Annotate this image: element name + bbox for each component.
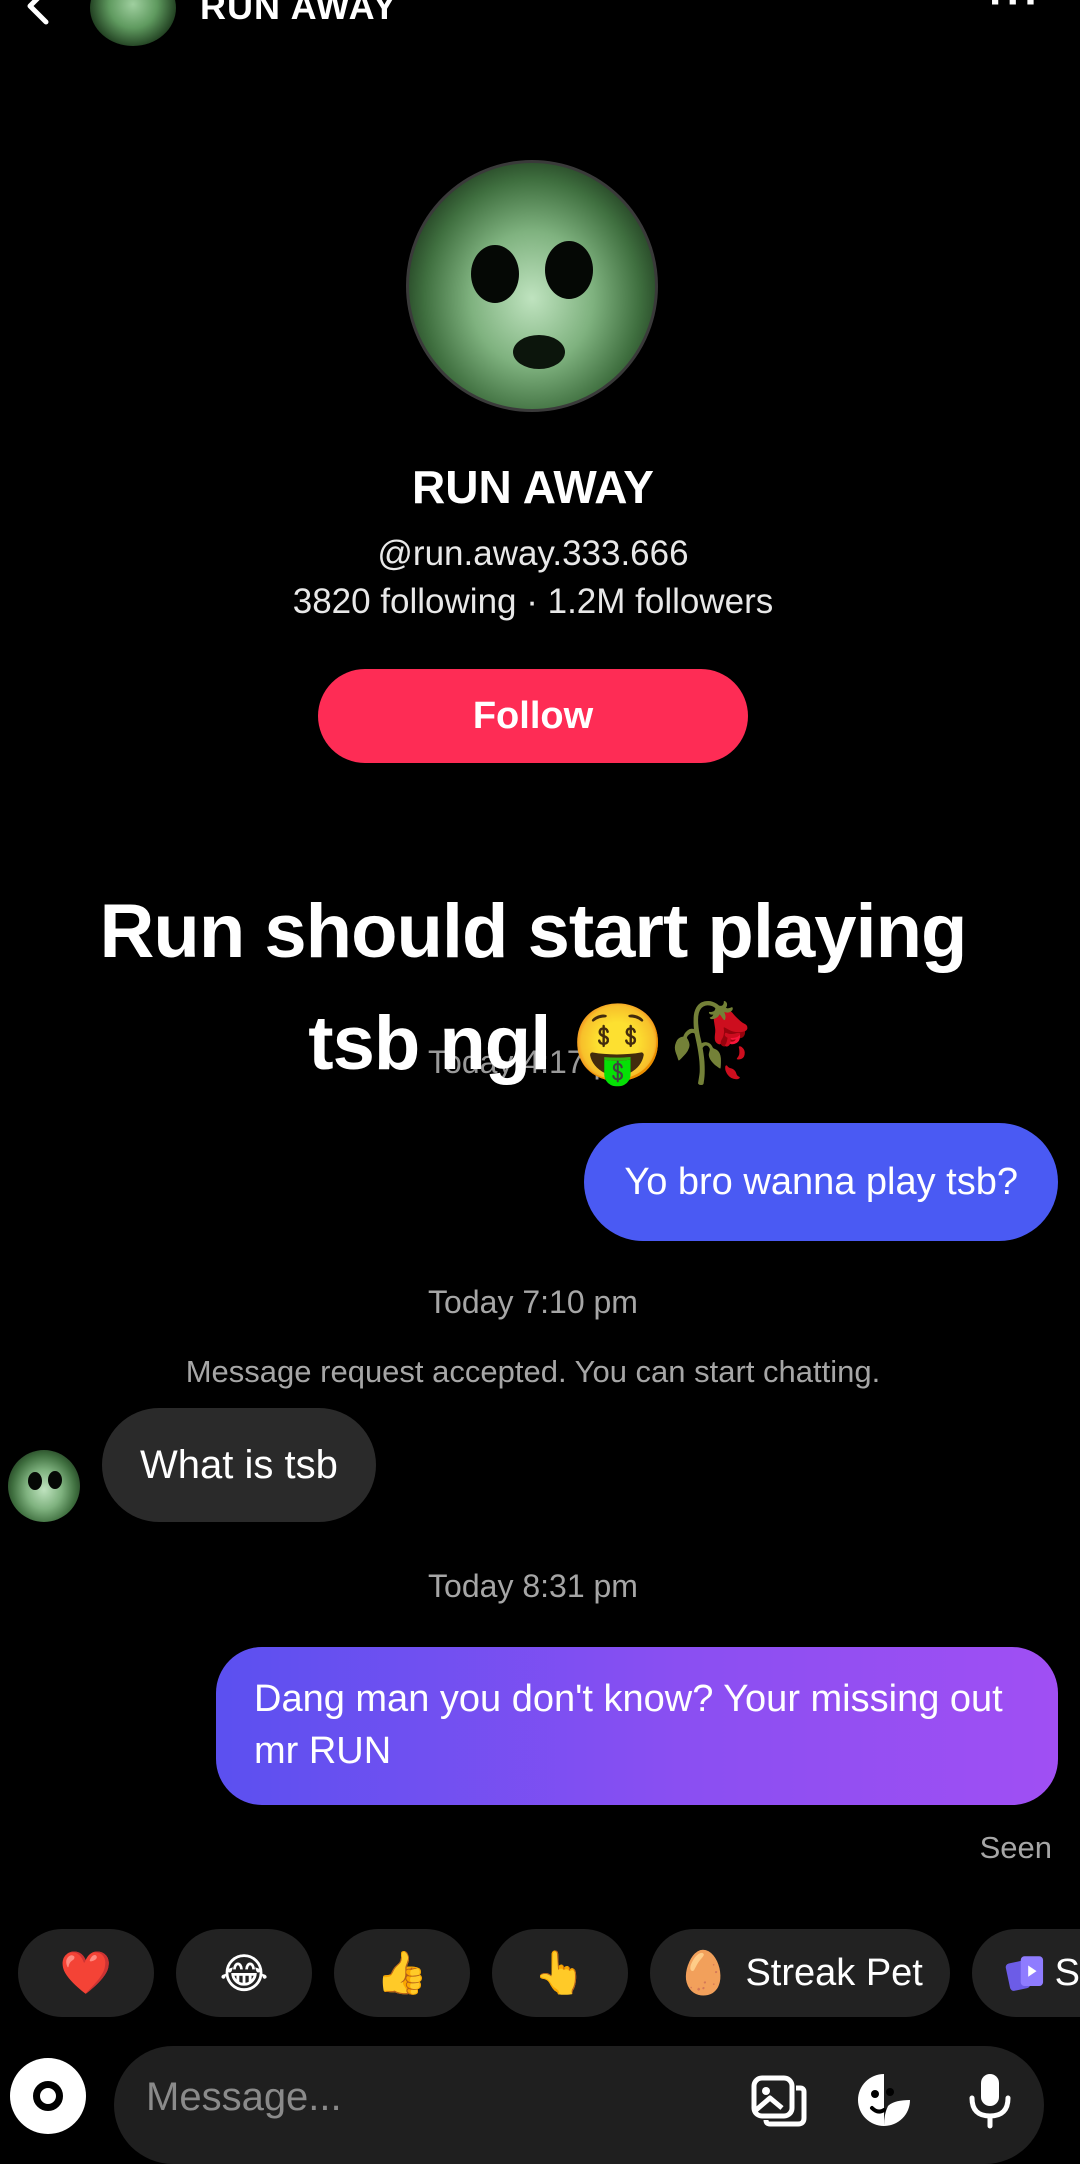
pointing-hand-icon: 👆	[533, 1948, 587, 1996]
incoming-message[interactable]: What is tsb	[102, 1408, 376, 1522]
profile-stats: 3820 following · 1.2M followers	[292, 582, 774, 621]
caption-line: Run should start playing	[99, 889, 968, 974]
profile-avatar[interactable]	[406, 160, 658, 412]
egg-icon: 🥚	[677, 1948, 730, 1996]
image-button[interactable]	[748, 2070, 808, 2130]
header-avatar[interactable]	[90, 0, 176, 46]
follow-button[interactable]: Follow	[318, 669, 748, 763]
overlay-caption: Run should start playing tsb ngl 🤑🥀	[60, 876, 1006, 1100]
seen-status: Seen	[979, 1830, 1052, 1865]
message-timestamp: Today 8:31 pm	[428, 1568, 638, 1604]
caption-line: tsb ngl 🤑🥀	[308, 1001, 758, 1086]
more-options-button[interactable]: ···	[989, 0, 1042, 24]
thumbs-up-icon: 👍	[375, 1948, 429, 1996]
system-message: Message request accepted. You can start …	[185, 1354, 881, 1389]
message-input[interactable]	[144, 2046, 708, 2148]
sticker-pack-button[interactable]: S	[972, 1929, 1080, 2017]
reaction-thumbs-up-button[interactable]: 👍	[334, 1929, 470, 2017]
profile-name: RUN AWAY	[412, 461, 654, 513]
reaction-point-button[interactable]: 👆	[492, 1929, 628, 2017]
reaction-heart-button[interactable]: ❤️	[18, 1929, 154, 2017]
reaction-laugh-button[interactable]: 😂	[176, 1929, 312, 2017]
chevron-left-icon	[27, 0, 49, 25]
streak-pet-button[interactable]: 🥚 Streak Pet	[650, 1929, 950, 2017]
cards-icon	[1005, 1956, 1044, 1991]
sticker-pack-label: S	[1054, 1951, 1080, 1994]
outgoing-message[interactable]: Dang man you don't know? Your missing ou…	[216, 1647, 1058, 1805]
profile-handle: @run.away.333.666	[377, 534, 689, 573]
header-title[interactable]: RUN AWAY	[200, 0, 397, 28]
back-button[interactable]	[14, 0, 64, 32]
sticker-icon	[858, 2074, 910, 2126]
streak-pet-label: Streak Pet	[745, 1951, 923, 1994]
microphone-button[interactable]	[960, 2070, 1020, 2130]
camera-button[interactable]	[10, 2058, 86, 2134]
image-icon	[751, 2075, 807, 2127]
sender-avatar[interactable]	[8, 1450, 80, 1522]
outgoing-message[interactable]: Yo bro wanna play tsb?	[584, 1123, 1058, 1241]
more-horizontal-icon: ···	[989, 0, 1042, 26]
heart-icon: ❤️	[59, 1948, 113, 1996]
sticker-button[interactable]	[854, 2070, 914, 2130]
laughing-face-icon: 😂	[219, 1949, 269, 1997]
message-timestamp: Today 7:10 pm	[428, 1284, 638, 1320]
microphone-icon	[969, 2074, 1011, 2129]
camera-icon	[33, 2081, 63, 2111]
